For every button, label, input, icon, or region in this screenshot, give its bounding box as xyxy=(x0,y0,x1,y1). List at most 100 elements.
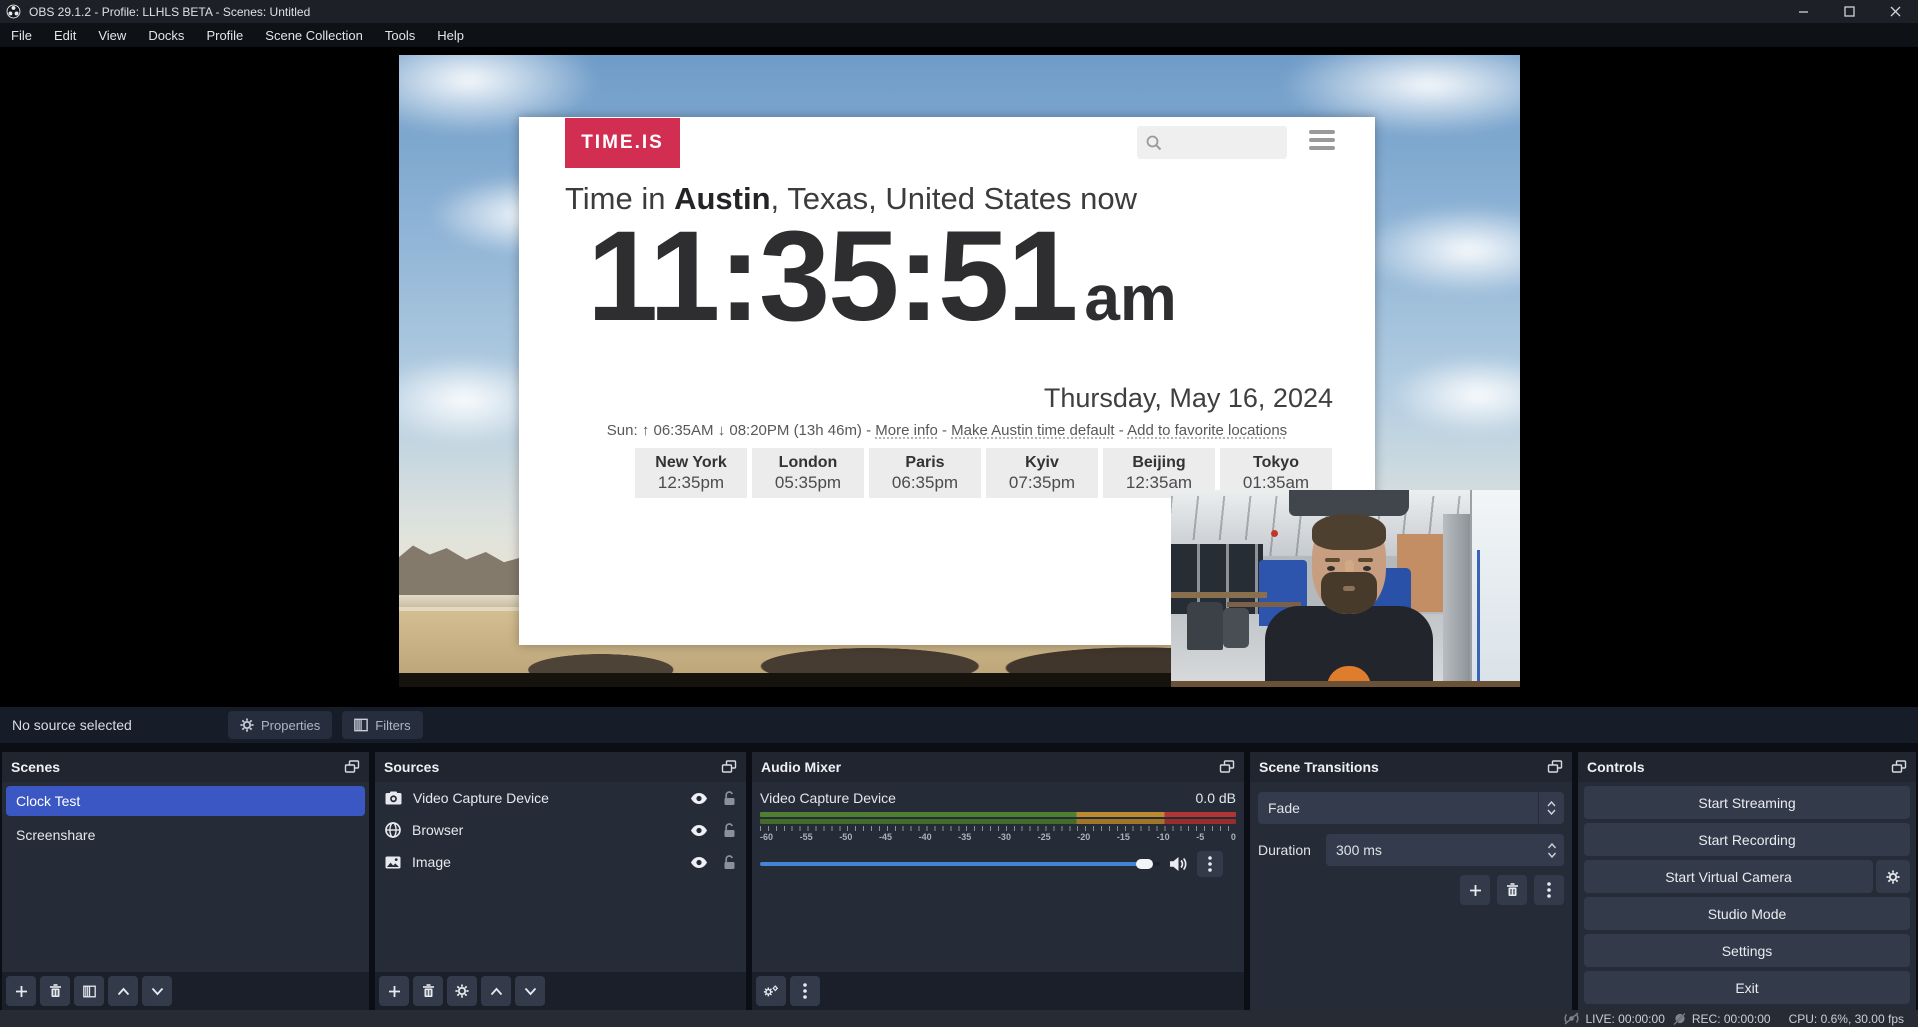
program-video: TIME.IS Time in Austin, Texas, United St… xyxy=(399,55,1520,687)
speaker-icon[interactable] xyxy=(1169,856,1188,872)
separator: - xyxy=(862,422,875,439)
transition-properties-button[interactable] xyxy=(1534,875,1564,905)
spin-up-icon[interactable] xyxy=(1547,843,1557,849)
scenes-list: Clock Test Screenshare xyxy=(2,782,369,972)
source-properties-button[interactable] xyxy=(447,976,477,1006)
city-card-newyork[interactable]: New York 12:35pm xyxy=(635,448,747,498)
person-head xyxy=(1312,516,1386,614)
gear-icon xyxy=(455,984,469,998)
scene-move-up-button[interactable] xyxy=(108,976,138,1006)
mixer-toolbar xyxy=(752,972,1244,1010)
city-card-london[interactable]: London 05:35pm xyxy=(752,448,864,498)
popout-icon[interactable] xyxy=(344,760,360,774)
image-icon xyxy=(385,856,401,869)
visibility-eye-icon[interactable] xyxy=(690,792,708,805)
menu-scene-collection[interactable]: Scene Collection xyxy=(254,23,374,47)
meter-scale: -60-55-50-45-40-35-30-25-20-15-10-50 xyxy=(760,832,1236,842)
visibility-eye-icon[interactable] xyxy=(690,824,708,837)
advanced-audio-button[interactable] xyxy=(756,976,786,1006)
menu-docks[interactable]: Docks xyxy=(137,23,195,47)
minimize-button[interactable] xyxy=(1780,0,1826,23)
exit-button[interactable]: Exit xyxy=(1584,971,1910,1004)
visibility-eye-icon[interactable] xyxy=(690,856,708,869)
sources-list: Video Capture Device xyxy=(375,782,746,972)
studio-mode-button[interactable]: Studio Mode xyxy=(1584,897,1910,930)
sources-dock: Sources Video Capture Device xyxy=(375,752,746,1010)
duration-value: 300 ms xyxy=(1326,842,1540,858)
mixer-menu-button[interactable] xyxy=(790,976,820,1006)
start-virtual-camera-button[interactable]: Start Virtual Camera xyxy=(1584,860,1873,893)
scene-filters-button[interactable] xyxy=(74,976,104,1006)
controls-dock: Controls Start Streaming Start Recording… xyxy=(1578,752,1916,1010)
menu-edit[interactable]: Edit xyxy=(43,23,87,47)
lock-open-icon[interactable] xyxy=(723,823,736,838)
remove-transition-button[interactable] xyxy=(1497,875,1527,905)
city-card-kyiv[interactable]: Kyiv 07:35pm xyxy=(986,448,1098,498)
popout-icon[interactable] xyxy=(1891,760,1907,774)
mixer-options-button[interactable] xyxy=(1197,851,1223,877)
titlebar[interactable]: OBS 29.1.2 - Profile: LLHLS BETA - Scene… xyxy=(0,0,1918,23)
add-source-button[interactable] xyxy=(379,976,409,1006)
start-recording-button[interactable]: Start Recording xyxy=(1584,823,1910,856)
menu-help[interactable]: Help xyxy=(426,23,475,47)
maximize-button[interactable] xyxy=(1826,0,1872,23)
audio-mixer-header[interactable]: Audio Mixer xyxy=(752,752,1244,782)
controls-header[interactable]: Controls xyxy=(1578,752,1916,782)
menu-profile[interactable]: Profile xyxy=(195,23,254,47)
scenes-dock-header[interactable]: Scenes xyxy=(2,752,369,782)
filters-button[interactable]: Filters xyxy=(342,711,422,739)
search-icon xyxy=(1145,134,1163,152)
source-row-image[interactable]: Image xyxy=(375,846,746,878)
source-move-down-button[interactable] xyxy=(515,976,545,1006)
city-time: 12:35pm xyxy=(635,473,747,493)
obs-window: OBS 29.1.2 - Profile: LLHLS BETA - Scene… xyxy=(0,0,1918,1027)
popout-icon[interactable] xyxy=(1547,760,1563,774)
transition-select[interactable]: Fade xyxy=(1258,792,1564,824)
source-row-browser[interactable]: Browser xyxy=(375,814,746,846)
spin-down-icon[interactable] xyxy=(1547,852,1557,858)
add-scene-button[interactable] xyxy=(6,976,36,1006)
timeis-logo[interactable]: TIME.IS xyxy=(565,118,680,168)
popout-icon[interactable] xyxy=(1219,760,1235,774)
volume-slider-handle[interactable] xyxy=(1136,859,1153,869)
scene-item-screenshare[interactable]: Screenshare xyxy=(6,820,365,850)
source-move-up-button[interactable] xyxy=(481,976,511,1006)
camera-icon xyxy=(385,791,402,805)
scene-move-down-button[interactable] xyxy=(142,976,172,1006)
kebab-menu-icon xyxy=(1208,856,1212,872)
hamburger-menu-icon[interactable] xyxy=(1309,130,1335,154)
city-name: London xyxy=(752,454,864,472)
lock-open-icon[interactable] xyxy=(723,855,736,870)
start-streaming-button[interactable]: Start Streaming xyxy=(1584,786,1910,819)
virtual-camera-settings-button[interactable] xyxy=(1876,860,1910,893)
chevron-up-icon xyxy=(490,987,503,996)
scenes-dock-title: Scenes xyxy=(11,759,60,775)
add-transition-button[interactable] xyxy=(1460,875,1490,905)
timeis-search-input[interactable] xyxy=(1137,126,1287,159)
menu-tools[interactable]: Tools xyxy=(374,23,426,47)
mixer-channel: Video Capture Device 0.0 dB -60-55-50-45… xyxy=(752,782,1244,972)
make-default-link[interactable]: Make Austin time default xyxy=(951,422,1114,439)
settings-button[interactable]: Settings xyxy=(1584,934,1910,967)
plus-icon xyxy=(1469,884,1482,897)
preview-canvas[interactable]: TIME.IS Time in Austin, Texas, United St… xyxy=(0,47,1918,707)
menu-view[interactable]: View xyxy=(87,23,137,47)
timeis-clock: 11:35:51 am xyxy=(587,213,1177,341)
city-card-paris[interactable]: Paris 06:35pm xyxy=(869,448,981,498)
source-row-video-capture[interactable]: Video Capture Device xyxy=(375,782,746,814)
menu-file[interactable]: File xyxy=(0,23,43,47)
transitions-header[interactable]: Scene Transitions xyxy=(1250,752,1572,782)
remove-scene-button[interactable] xyxy=(40,976,70,1006)
add-favorite-link[interactable]: Add to favorite locations xyxy=(1127,422,1287,439)
duration-spinbox[interactable]: 300 ms xyxy=(1326,834,1564,866)
scene-item-clock-test[interactable]: Clock Test xyxy=(6,786,365,816)
remove-source-button[interactable] xyxy=(413,976,443,1006)
lock-open-icon[interactable] xyxy=(723,791,736,806)
properties-button[interactable]: Properties xyxy=(228,711,332,739)
chevron-up-icon xyxy=(117,987,130,996)
sources-dock-header[interactable]: Sources xyxy=(375,752,746,782)
close-button[interactable] xyxy=(1872,0,1918,23)
volume-slider[interactable] xyxy=(760,862,1160,866)
more-info-link[interactable]: More info xyxy=(875,422,938,439)
popout-icon[interactable] xyxy=(721,760,737,774)
